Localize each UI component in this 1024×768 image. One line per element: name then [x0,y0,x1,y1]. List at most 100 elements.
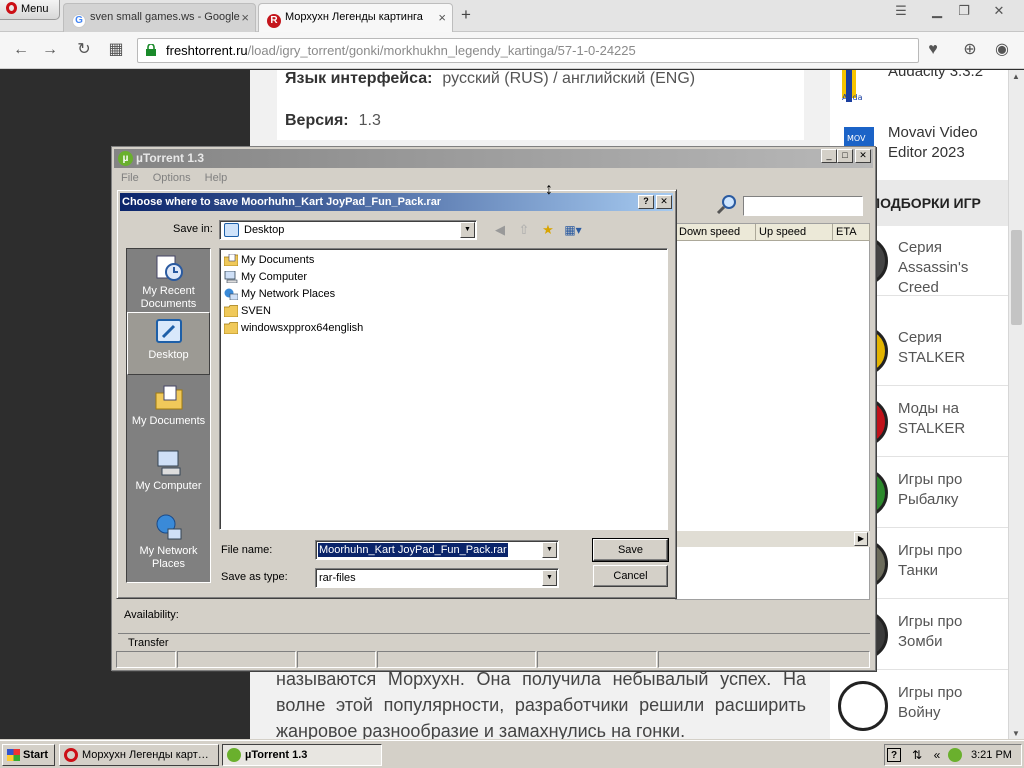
chevron-down-icon[interactable]: ▼ [542,542,557,558]
menu-file[interactable]: File [121,172,139,184]
file-item-sven[interactable]: SVEN [223,303,664,320]
up-folder-icon[interactable]: ⇧ [514,221,534,239]
utorrent-tray-icon[interactable] [947,747,963,763]
opera-icon [64,748,78,762]
soldier-icon [838,681,888,731]
opera-menu-button[interactable]: Menu [0,0,60,20]
file-item-windowsxpprox64english[interactable]: windowsxpprox64english [223,320,664,337]
utorrent-status-bar [114,651,873,669]
tab-google[interactable]: Gsven small games.ws - Google × [63,3,256,32]
file-name-input[interactable]: Moorhuhn_Kart JoyPad_Fun_Pack.rar ▼ [315,540,559,560]
taskbar-item-utorrent[interactable]: µTorrent 1.3 [222,744,382,766]
column-eta[interactable]: ETA [833,224,870,241]
close-window-icon[interactable]: ✕ [986,2,1012,20]
place-desktop[interactable]: Desktop [127,312,210,375]
transfer-group-label: Transfer [118,633,870,649]
help-icon[interactable]: ? [638,195,654,209]
new-tab-button[interactable]: + [456,5,476,25]
opera-logo-icon [6,2,17,14]
scroll-up-icon[interactable]: ▲ [1012,72,1020,81]
chevron-down-icon[interactable]: ▼ [542,570,557,586]
file-name: My Computer [241,271,308,283]
speed-dial-icon[interactable]: ▦ [104,39,128,61]
network-icon[interactable]: ⇅ [909,747,925,763]
column-down-speed[interactable]: Down speed [676,224,756,241]
cancel-button[interactable]: Cancel [593,565,668,587]
close-icon[interactable]: ✕ [855,149,871,163]
chevron-down-icon[interactable]: ▼ [460,222,475,238]
scroll-down-icon[interactable]: ▼ [1012,729,1020,738]
app-name: Movavi Video Editor 2023 [888,124,978,161]
place-recent-documents[interactable]: My Recent Documents [127,249,210,312]
save-in-value: Desktop [244,224,285,236]
category-war[interactable]: Игры про Войну [830,671,1008,740]
my-documents-icon [224,254,238,266]
place-my-documents[interactable]: My Documents [127,379,210,442]
windows-logo-icon [7,749,20,761]
close-icon[interactable]: ✕ [656,195,672,209]
search-icon[interactable] [716,193,738,215]
menu-options[interactable]: Options [153,172,191,184]
close-tab-icon[interactable]: × [241,4,249,31]
place-label: My Network Places [139,545,198,570]
reload-icon[interactable]: ↻ [72,39,96,61]
tab-menu-icon[interactable]: ☰ [888,2,914,20]
scroll-right-icon[interactable]: ▶ [854,532,868,546]
lock-icon [146,44,156,56]
status-cell [537,651,657,668]
place-my-computer[interactable]: My Computer [127,444,210,507]
help-icon[interactable]: ? [887,748,901,762]
forward-arrow-icon[interactable]: → [38,39,62,61]
chevron-left-icon[interactable]: « [929,747,945,763]
maximize-icon[interactable]: □ [837,149,853,163]
my-computer-icon [224,271,238,283]
back-icon[interactable]: ◀ [490,221,510,239]
minimize-icon[interactable]: _ [821,149,837,163]
close-tab-icon[interactable]: × [438,4,446,31]
menu-help[interactable]: Help [205,172,228,184]
column-up-speed[interactable]: Up speed [756,224,833,241]
file-list[interactable]: My Documents My Computer My Network Plac… [219,248,668,530]
list-horizontal-scrollbar[interactable]: ▶ [675,531,870,547]
article-paragraph: называются Морхухн. Она получила небывал… [276,669,806,740]
category-label: Серия Assassin's Creed [898,239,969,296]
new-folder-icon[interactable]: ★ [538,221,558,239]
view-menu-icon[interactable]: ▦▾ [563,221,583,239]
download-icon[interactable]: ⊕ [958,39,982,61]
save-as-type-label: Save as type: [221,571,288,583]
dialog-title-bar[interactable]: Choose where to save Moorhuhn_Kart JoyPa… [120,193,673,211]
heart-icon[interactable]: ♥ [921,39,945,61]
file-name: My Network Places [241,288,336,300]
file-item-my-documents[interactable]: My Documents [223,252,664,269]
info-label: Версия: [285,112,349,129]
save-as-dialog: Choose where to save Moorhuhn_Kart JoyPa… [116,189,677,599]
category-label: Серия STALKER [898,329,966,366]
save-as-type-dropdown[interactable]: rar-files ▼ [315,568,559,588]
scroll-thumb[interactable] [1011,230,1022,325]
status-cell [658,651,870,668]
place-my-network-places[interactable]: My Network Places [127,509,210,579]
start-button[interactable]: Start [2,744,55,766]
status-cell [177,651,296,668]
save-button[interactable]: Save [592,538,669,562]
category-label: Игры про Зомби [898,613,963,650]
utorrent-title-bar[interactable]: µ µTorrent 1.3 [114,149,873,168]
tab-freshtorrent[interactable]: R Морхухн Легенды картинга × [258,3,453,32]
back-arrow-icon[interactable]: ← [9,39,33,61]
minimize-icon[interactable]: ▁ [924,2,950,20]
file-name-label: File name: [221,544,273,556]
google-icon: G [72,14,86,28]
sidebar-app-audacity[interactable]: Auda Audacity 3.3.2 [830,70,1008,112]
file-item-my-network-places[interactable]: My Network Places [223,286,664,303]
save-in-dropdown[interactable]: Desktop ▼ [219,220,477,240]
desktop-icon [155,319,182,343]
page-scrollbar[interactable]: ▲ ▼ [1008,70,1024,740]
torrent-search-input[interactable] [743,196,863,216]
account-icon[interactable]: ◉ [990,39,1014,61]
file-item-my-computer[interactable]: My Computer [223,269,664,286]
file-name-value: Moorhuhn_Kart JoyPad_Fun_Pack.rar [318,543,508,557]
svg-text:Auda: Auda [842,93,863,102]
url-input[interactable]: freshtorrent.ru/load/igry_torrent/gonki/… [137,38,919,63]
taskbar-item-opera[interactable]: Морхухн Легенды карт… [59,744,219,766]
maximize-icon[interactable]: ❐ [951,2,977,20]
